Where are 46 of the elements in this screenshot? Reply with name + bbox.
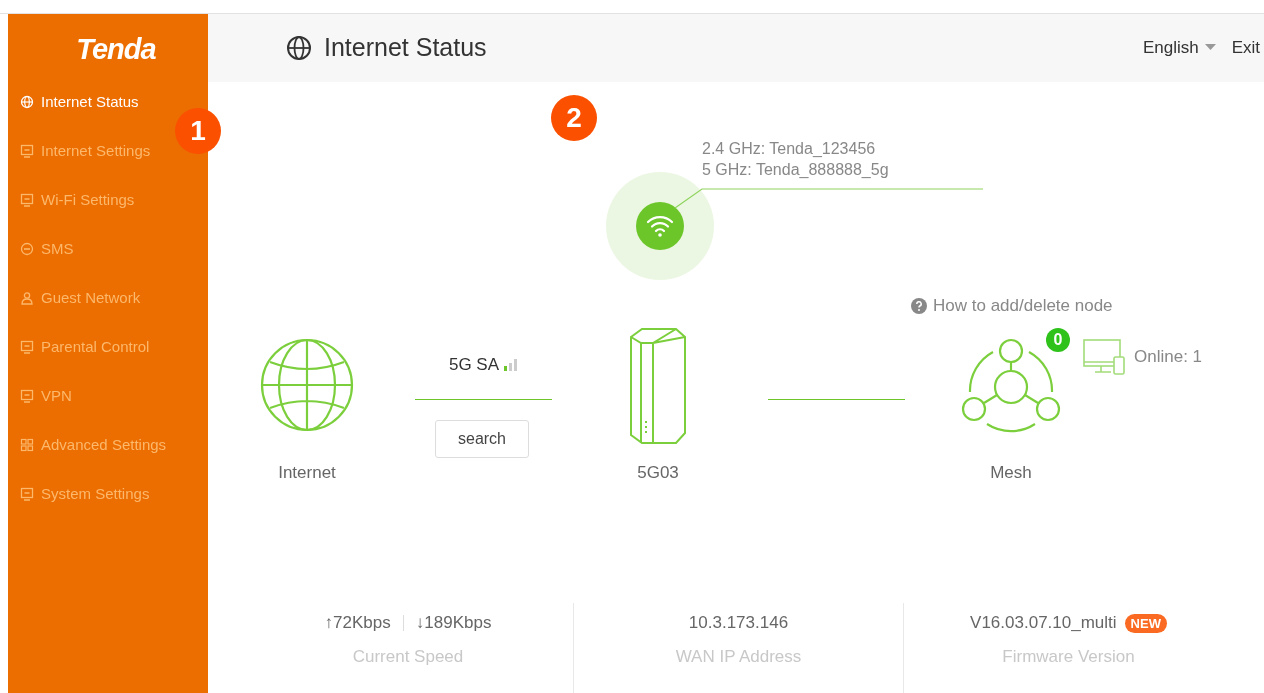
network-type: 5G SA <box>448 354 500 375</box>
sidebar-item[interactable]: Advanced Settings <box>20 420 167 469</box>
search-button[interactable]: search <box>435 419 529 458</box>
caret-icon <box>1204 44 1216 52</box>
node-label: Mesh <box>990 462 1032 483</box>
router-icon <box>628 326 688 445</box>
globe-icon <box>260 337 354 432</box>
node-label: 5G03 <box>637 462 679 483</box>
logo: Tenda <box>75 32 157 67</box>
menu-item-icon <box>20 94 34 109</box>
sidebar-item[interactable]: Parental Control <box>20 322 150 371</box>
stat-value: V16.03.07.10_multi <box>970 613 1117 633</box>
node-count-badge: 0 <box>1046 327 1070 352</box>
menu-item-icon <box>20 143 34 158</box>
exit-link[interactable]: Exit <box>1231 37 1260 58</box>
sidebar-item[interactable]: SMS <box>20 224 74 273</box>
sidebar-item[interactable]: System Settings <box>20 469 150 518</box>
sidebar-item[interactable]: Guest Network <box>20 273 141 322</box>
stat-value: 10.3.173.146 <box>688 613 789 633</box>
upload-speed: ↑72Kbps <box>324 613 391 633</box>
devices-icon <box>1083 338 1125 375</box>
language-dropdown[interactable]: English <box>1142 37 1216 58</box>
menu-item-icon <box>20 241 34 256</box>
sidebar-item[interactable]: Internet Settings <box>20 126 151 175</box>
sidebar-item[interactable]: VPN <box>20 371 72 420</box>
menu-item-icon <box>20 192 34 207</box>
page-title: Internet Status <box>324 33 487 63</box>
menu-item-icon <box>20 290 34 305</box>
menu-item-icon <box>20 388 34 403</box>
ssid-text: 2.4 GHz: Tenda_123456 <box>702 138 877 159</box>
download-speed: ↓189Kbps <box>415 613 492 633</box>
callout-marker: 2 <box>551 94 597 141</box>
globe-icon <box>286 34 312 61</box>
menu-item-icon <box>20 339 34 354</box>
sidebar-item[interactable]: Wi-Fi Settings <box>20 175 135 224</box>
signal-icon <box>504 358 519 371</box>
ssid-text: 5 GHz: Tenda_888888_5g <box>702 159 889 180</box>
wifi-icon <box>636 201 684 250</box>
node-label: Internet <box>278 462 336 483</box>
menu-item-icon <box>20 437 34 452</box>
menu-item-icon <box>20 486 34 501</box>
help-icon <box>911 297 927 314</box>
sidebar-item[interactable]: Internet Status <box>20 77 139 126</box>
online-count: Online: 1 <box>1134 346 1203 367</box>
help-link[interactable]: How to add/delete node <box>933 295 1113 316</box>
new-badge: NEW <box>1124 613 1167 633</box>
